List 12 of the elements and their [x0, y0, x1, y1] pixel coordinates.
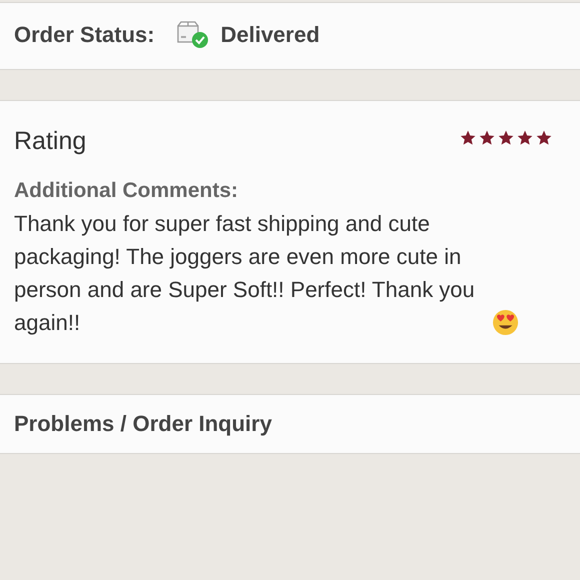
star-icon	[517, 130, 533, 146]
star-icon	[498, 130, 514, 146]
comments-label: Additional Comments:	[14, 178, 239, 204]
rating-title: Rating	[14, 127, 88, 156]
package-delivered-icon	[176, 21, 209, 49]
star-icon	[460, 130, 476, 146]
star-icon	[479, 130, 495, 146]
comment-text: Thank you for super fast shipping and cute packaging! The joggers are even more cute in person and are Super Soft!! Perfect! Thank you again!!	[14, 210, 476, 337]
heart-eyes-emoji-icon	[492, 309, 519, 336]
order-status-value: Delivered	[220, 22, 320, 48]
order-status-label: Order Status:	[14, 22, 155, 48]
star-icon	[536, 130, 552, 146]
